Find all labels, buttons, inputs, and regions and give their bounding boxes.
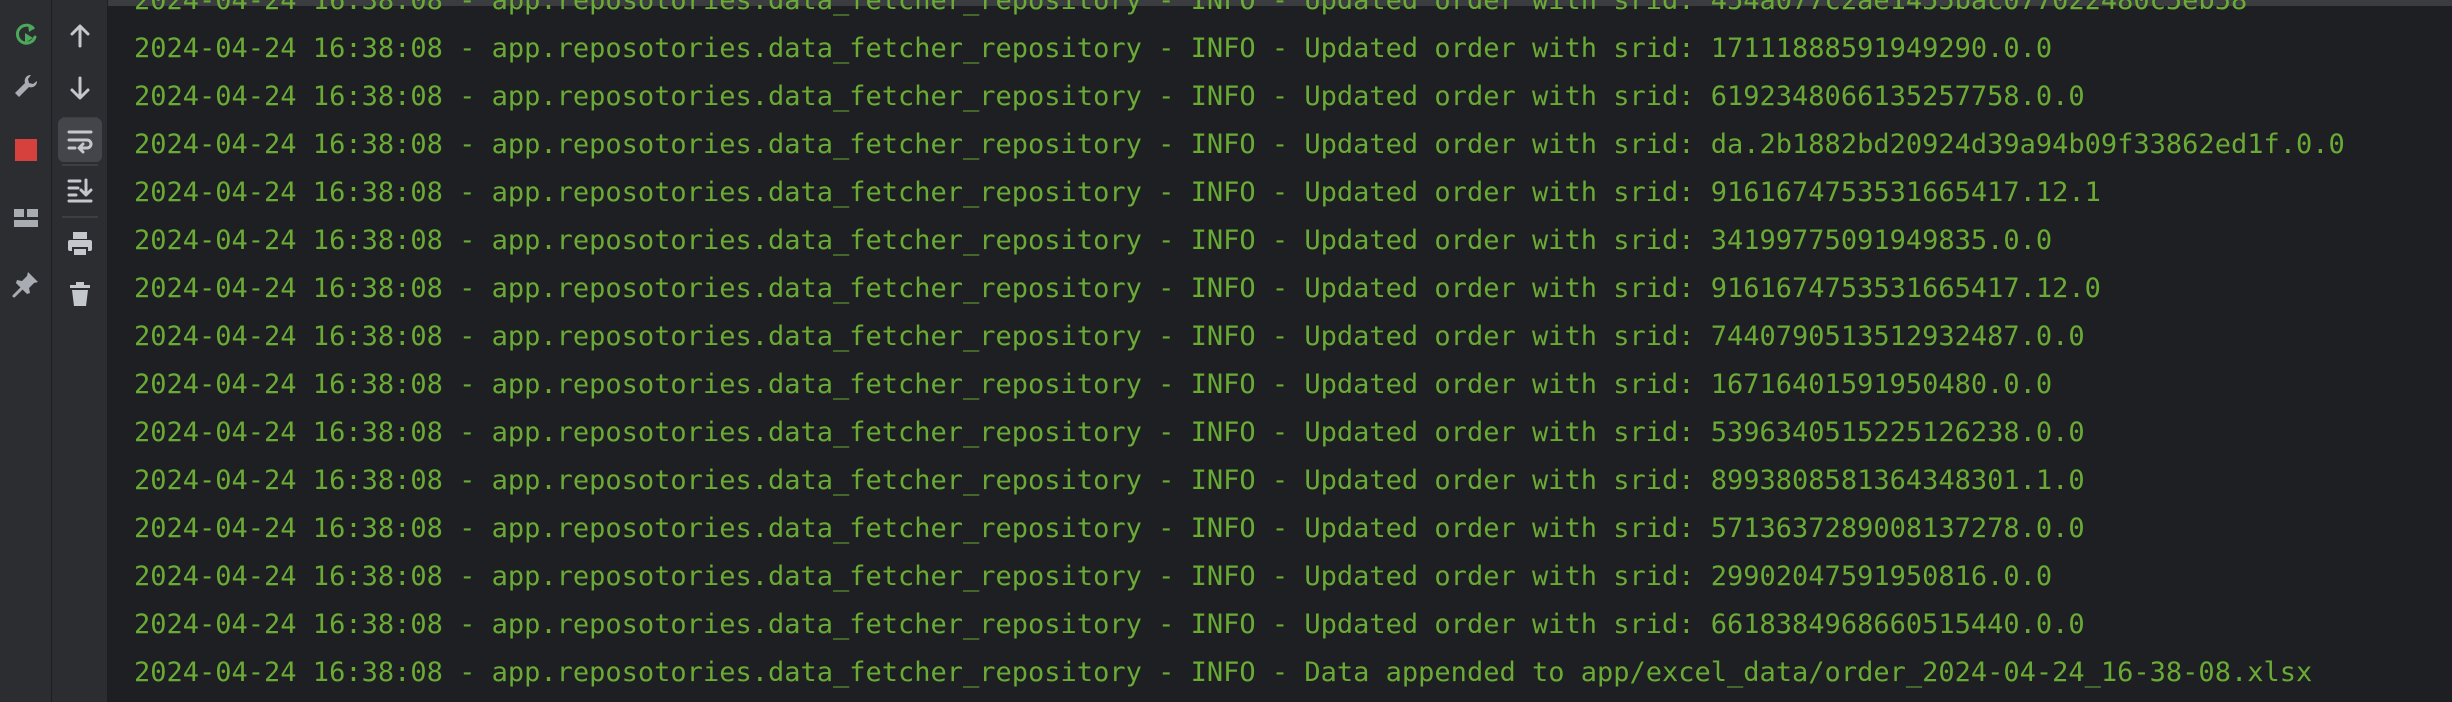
stop-icon <box>14 138 38 162</box>
log-line: 2024-04-24 16:38:08 - app.reposotories.d… <box>134 81 2085 112</box>
console-actions-toolbar <box>52 0 108 702</box>
log-line: 2024-04-24 16:38:08 - app.reposotories.d… <box>134 273 2101 304</box>
run-controls-toolbar <box>0 0 52 702</box>
pin-icon <box>11 269 41 299</box>
log-line: 2024-04-24 16:38:08 - app.reposotories.d… <box>134 177 2101 208</box>
layout-button[interactable] <box>4 196 48 240</box>
previous-occurrence-button[interactable] <box>58 14 102 58</box>
rerun-button[interactable] <box>4 12 48 56</box>
log-line: 2024-04-24 16:38:08 - app.reposotories.d… <box>134 369 2053 400</box>
log-line: 2024-04-24 16:38:08 - app.reposotories.d… <box>134 513 2085 544</box>
wrench-icon <box>11 71 41 101</box>
trash-icon <box>65 279 95 309</box>
scroll-to-end-button[interactable] <box>58 168 102 212</box>
rerun-icon <box>11 19 41 49</box>
log-line: 2024-04-24 16:38:08 - app.reposotories.d… <box>134 33 2053 64</box>
pin-tab-button[interactable] <box>4 262 48 306</box>
run-tool-window: 2024-04-24 16:38:08 - app.reposotories.d… <box>0 0 2452 702</box>
stop-button[interactable] <box>4 128 48 172</box>
print-icon <box>65 229 95 259</box>
log-line: 2024-04-24 16:38:08 - app.reposotories.d… <box>134 129 2345 160</box>
next-occurrence-button[interactable] <box>58 66 102 110</box>
toolbar-separator <box>62 164 98 166</box>
layout-icon <box>11 203 41 233</box>
log-line: 2024-04-24 16:38:08 - app.reposotories.d… <box>134 465 2085 496</box>
arrow-up-icon <box>66 22 94 50</box>
clear-all-button[interactable] <box>58 272 102 316</box>
log-line: 2024-04-24 16:38:08 - app.reposotories.d… <box>134 225 2053 256</box>
scroll-to-end-icon <box>65 175 95 205</box>
log-line: 2024-04-24 16:38:08 - app.reposotories.d… <box>134 321 2085 352</box>
arrow-down-icon <box>66 74 94 102</box>
log-line: 2024-04-24 16:38:08 - app.reposotories.d… <box>134 609 2085 640</box>
soft-wrap-icon <box>65 125 95 155</box>
toolbar-separator <box>62 216 98 218</box>
log-line: 2024-04-24 16:38:08 - app.reposotories.d… <box>134 561 2053 592</box>
log-line: 2024-04-24 16:38:08 - app.reposotories.d… <box>134 0 2248 16</box>
log-line: 2024-04-24 16:38:08 - app.reposotories.d… <box>134 657 2313 688</box>
log-line: 2024-04-24 16:38:08 - app.reposotories.d… <box>134 417 2085 448</box>
print-button[interactable] <box>58 222 102 266</box>
soft-wrap-button[interactable] <box>58 118 102 162</box>
settings-wrench-button[interactable] <box>4 64 48 108</box>
log-lines: 2024-04-24 16:38:08 - app.reposotories.d… <box>134 0 2345 697</box>
console-output[interactable]: 2024-04-24 16:38:08 - app.reposotories.d… <box>108 0 2452 702</box>
